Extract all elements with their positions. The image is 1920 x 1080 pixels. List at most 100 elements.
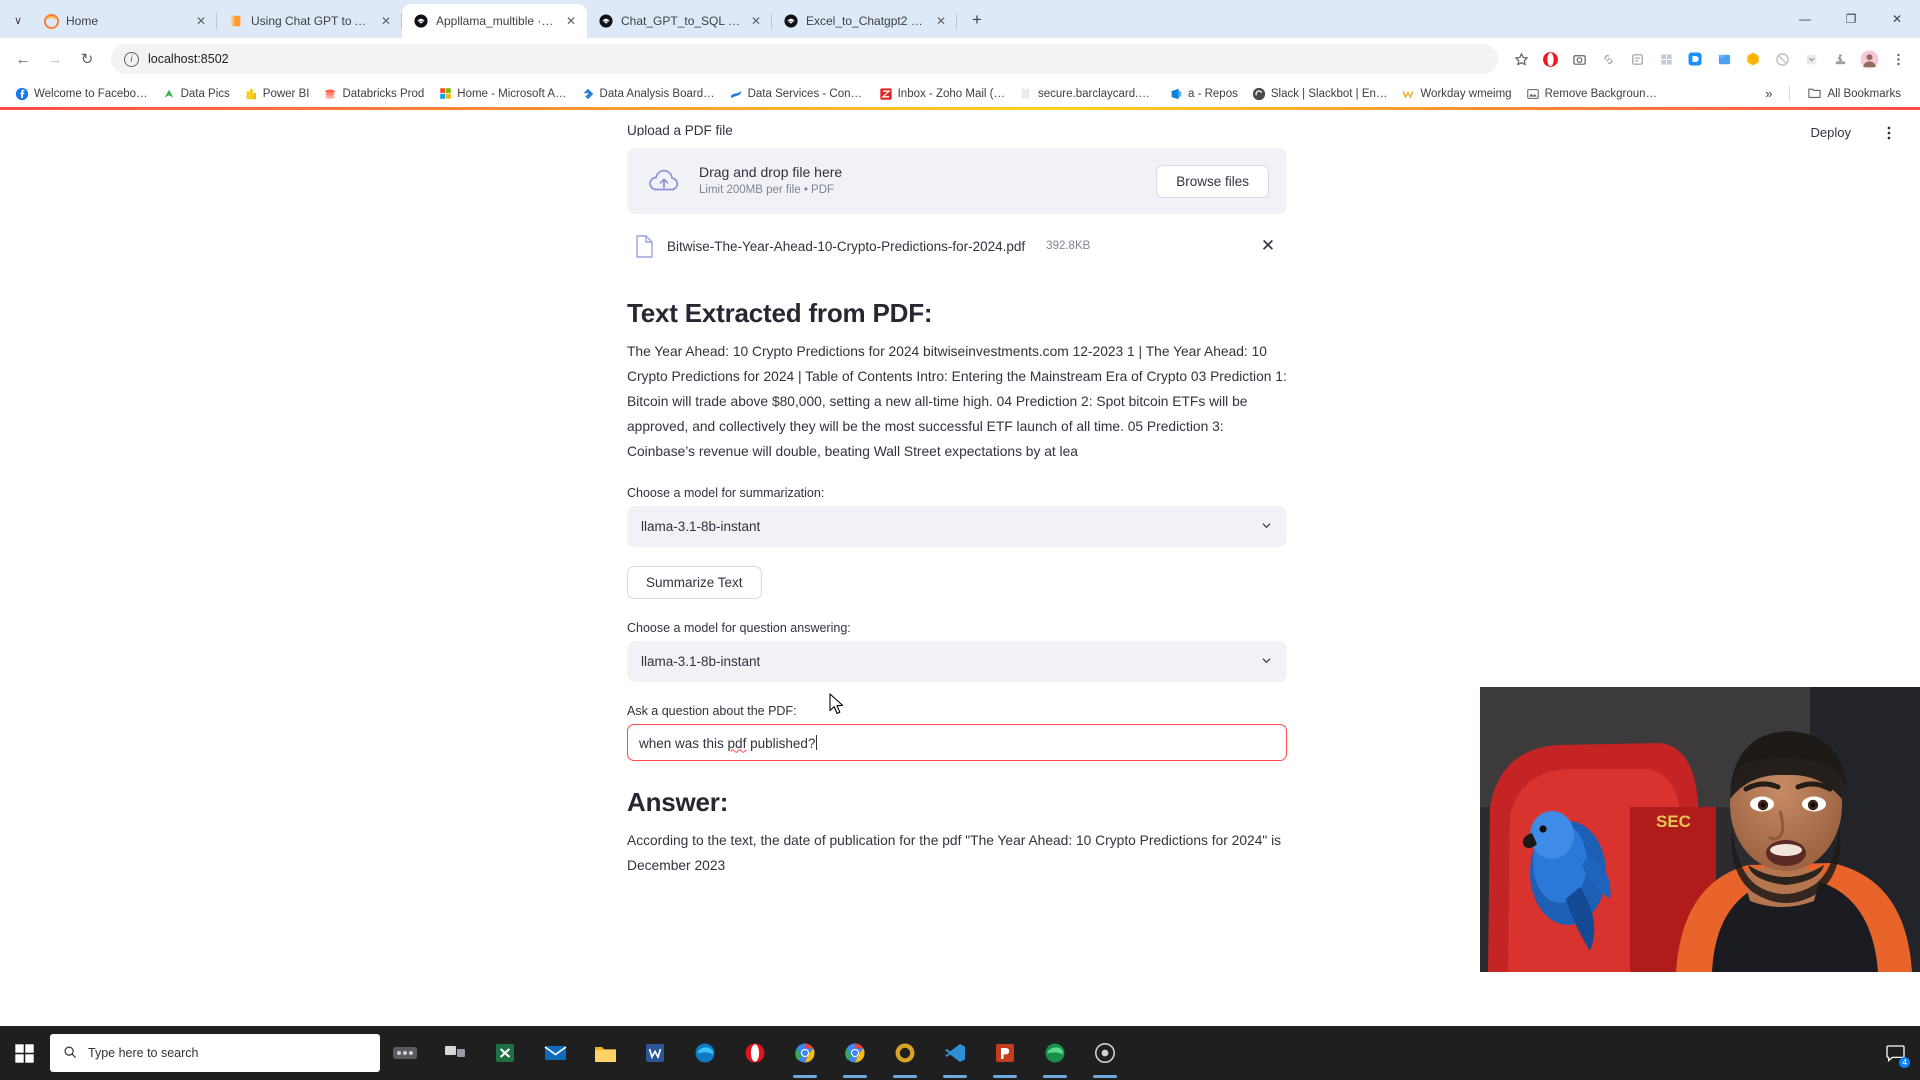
bookmark-slack-slackbot[interactable]: Slack | Slackbot | En… bbox=[1245, 84, 1395, 104]
taskbar-app-word-icon[interactable] bbox=[630, 1026, 680, 1080]
streamlit-icon bbox=[783, 13, 799, 29]
question-input[interactable]: when was this pdf published? bbox=[627, 724, 1287, 761]
qa-model-value: llama-3.1-8b-instant bbox=[641, 654, 761, 669]
generic-page-icon bbox=[1019, 87, 1033, 101]
bookmark-remove-background[interactable]: Remove Backgroun… bbox=[1519, 84, 1665, 104]
tab-close-icon[interactable]: ✕ bbox=[378, 13, 394, 29]
all-bookmarks-button[interactable]: All Bookmarks bbox=[1800, 82, 1909, 106]
dropzone-text: Drag and drop file here Limit 200MB per … bbox=[699, 163, 1140, 199]
zoho-icon bbox=[879, 87, 893, 101]
summarize-model-label: Choose a model for summarization: bbox=[627, 486, 825, 500]
tab-close-icon[interactable]: ✕ bbox=[563, 13, 579, 29]
question-input-value: when was this pdf published? bbox=[639, 734, 818, 751]
content-block: Upload a PDF file Drag and drop file her… bbox=[627, 123, 1287, 878]
dashlane-icon[interactable] bbox=[1681, 45, 1709, 73]
maximize-button[interactable]: ❐ bbox=[1828, 0, 1874, 38]
taskbar-app-excel-icon[interactable] bbox=[480, 1026, 530, 1080]
tab-close-icon[interactable]: ✕ bbox=[933, 13, 949, 29]
browse-files-button[interactable]: Browse files bbox=[1156, 164, 1269, 198]
reload-button-icon[interactable]: ↻ bbox=[72, 44, 102, 74]
screenshot-icon[interactable] bbox=[1565, 45, 1593, 73]
opera-icon[interactable] bbox=[1536, 45, 1564, 73]
summarize-model-select[interactable]: llama-3.1-8b-instant bbox=[627, 506, 1287, 547]
close-window-button[interactable]: ✕ bbox=[1874, 0, 1920, 38]
browser-tab-chatgpt-excel[interactable]: Using Chat GPT to Analyse Exc… ✕ bbox=[217, 4, 402, 38]
powerbi-icon bbox=[244, 87, 258, 101]
reader-icon[interactable] bbox=[1623, 45, 1651, 73]
summarize-text-button[interactable]: Summarize Text bbox=[627, 566, 762, 599]
file-dropzone[interactable]: Drag and drop file here Limit 200MB per … bbox=[627, 148, 1287, 214]
browser-tab-appllama-multible[interactable]: Appllama_multible · Streamlit ✕ bbox=[402, 4, 587, 38]
taskbar-app-opera-icon[interactable] bbox=[730, 1026, 780, 1080]
windows-start-icon[interactable] bbox=[0, 1026, 48, 1080]
bookmark-secure-barclaycard[interactable]: secure.barclaycard.c… bbox=[1012, 84, 1162, 104]
book-icon bbox=[228, 13, 244, 29]
remove-file-icon[interactable]: ✕ bbox=[1255, 233, 1281, 259]
tab-title: Using Chat GPT to Analyse Exc… bbox=[251, 14, 371, 28]
bookmark-workday-wmeimg[interactable]: Workday wmeimg bbox=[1394, 84, 1518, 104]
streamlit-icon bbox=[598, 13, 614, 29]
bookmarks-bar-right: » All Bookmarks bbox=[1759, 82, 1912, 106]
qa-model-select[interactable]: llama-3.1-8b-instant bbox=[627, 641, 1287, 682]
taskbar-app-edge2-icon[interactable] bbox=[1030, 1026, 1080, 1080]
bookmark-data-analysis-board[interactable]: Data Analysis Board… bbox=[574, 84, 722, 104]
taskbar-app-edge-icon[interactable] bbox=[680, 1026, 730, 1080]
chevron-down-icon[interactable] bbox=[1260, 654, 1273, 670]
taskbar-app-outlook-icon[interactable] bbox=[530, 1026, 580, 1080]
site-info-icon[interactable]: i bbox=[124, 51, 139, 67]
forward-button-icon[interactable]: → bbox=[40, 44, 70, 74]
bookmark-welcome-to-facebook[interactable]: Welcome to Facebo… bbox=[8, 84, 155, 104]
taskbar-search-box[interactable]: Type here to search bbox=[50, 1034, 380, 1072]
bookmark-power-bi[interactable]: Power BI bbox=[237, 84, 317, 104]
extracted-text-heading: Text Extracted from PDF: bbox=[627, 298, 933, 328]
tab-close-icon[interactable]: ✕ bbox=[748, 13, 764, 29]
bookmark-data-services-conf[interactable]: Data Services - Conf… bbox=[722, 84, 872, 104]
bookmark-star-icon[interactable] bbox=[1507, 45, 1535, 73]
chevron-down-icon[interactable] bbox=[1260, 519, 1273, 535]
browser-window: ∨ Home ✕ Using Chat GPT to Analyse Exc… … bbox=[0, 0, 1920, 1080]
taskbar-app-vscode-icon[interactable] bbox=[930, 1026, 980, 1080]
workday-icon bbox=[1401, 87, 1415, 101]
extensions-icon[interactable] bbox=[1826, 45, 1854, 73]
azure-icon bbox=[581, 87, 595, 101]
text-caret bbox=[816, 734, 818, 750]
notification-center-button[interactable]: 4 bbox=[1882, 1040, 1910, 1068]
summarize-model-value: llama-3.1-8b-instant bbox=[641, 519, 761, 534]
browser-tab-chatgpt-to-sql[interactable]: Chat_GPT_to_SQL · Streamlit ✕ bbox=[587, 4, 772, 38]
tab-list-chevron-icon[interactable]: ∨ bbox=[4, 5, 32, 35]
taskbar-app-obs-icon[interactable] bbox=[880, 1026, 930, 1080]
profile-avatar-icon[interactable] bbox=[1855, 45, 1883, 73]
bookmarks-overflow-icon[interactable]: » bbox=[1759, 84, 1778, 103]
blocked-icon[interactable] bbox=[1768, 45, 1796, 73]
grid-icon[interactable] bbox=[1652, 45, 1680, 73]
browser-tab-excel-to-chatgpt2[interactable]: Excel_to_Chatgpt2 · Streamlit ✕ bbox=[772, 4, 957, 38]
bookmark-a-repos[interactable]: a - Repos bbox=[1162, 84, 1245, 104]
bookmark-label: Remove Backgroun… bbox=[1544, 87, 1658, 100]
pocket-icon[interactable] bbox=[1797, 45, 1825, 73]
taskbar-app-chrome-active-icon[interactable] bbox=[830, 1026, 880, 1080]
browser-menu-icon[interactable] bbox=[1884, 45, 1912, 73]
bookmark-label: secure.barclaycard.c… bbox=[1037, 87, 1155, 100]
honey-icon[interactable] bbox=[1739, 45, 1767, 73]
taskbar-app-cortana-icon[interactable] bbox=[380, 1026, 430, 1080]
bookmark-databricks-prod[interactable]: Databricks Prod bbox=[316, 84, 431, 104]
browser-tab-home[interactable]: Home ✕ bbox=[32, 4, 217, 38]
taskbar-app-task-view-icon[interactable] bbox=[430, 1026, 480, 1080]
bookmark-data-pics[interactable]: Data Pics bbox=[155, 84, 237, 104]
bookmark-inbox-zoho-mail[interactable]: Inbox - Zoho Mail (… bbox=[872, 84, 1012, 104]
taskbar-app-chrome-icon[interactable] bbox=[780, 1026, 830, 1080]
taskbar-app-loom-icon[interactable] bbox=[1080, 1026, 1130, 1080]
link-icon[interactable] bbox=[1594, 45, 1622, 73]
dropzone-title: Drag and drop file here bbox=[699, 164, 843, 180]
back-button-icon[interactable]: ← bbox=[8, 44, 38, 74]
minimize-button[interactable]: — bbox=[1782, 0, 1828, 38]
taskbar-app-folder-icon[interactable] bbox=[580, 1026, 630, 1080]
address-bar[interactable]: i localhost:8502 bbox=[111, 44, 1498, 74]
tab-close-icon[interactable]: ✕ bbox=[193, 13, 209, 29]
tab-icon[interactable] bbox=[1710, 45, 1738, 73]
bookmark-home-microsoft[interactable]: Home - Microsoft A… bbox=[431, 84, 573, 104]
bookmark-label: Welcome to Facebo… bbox=[34, 87, 148, 100]
taskbar-app-powerpoint-icon[interactable] bbox=[980, 1026, 1030, 1080]
new-tab-button[interactable]: + bbox=[963, 6, 991, 34]
bookmark-label: Workday wmeimg bbox=[1420, 87, 1512, 100]
